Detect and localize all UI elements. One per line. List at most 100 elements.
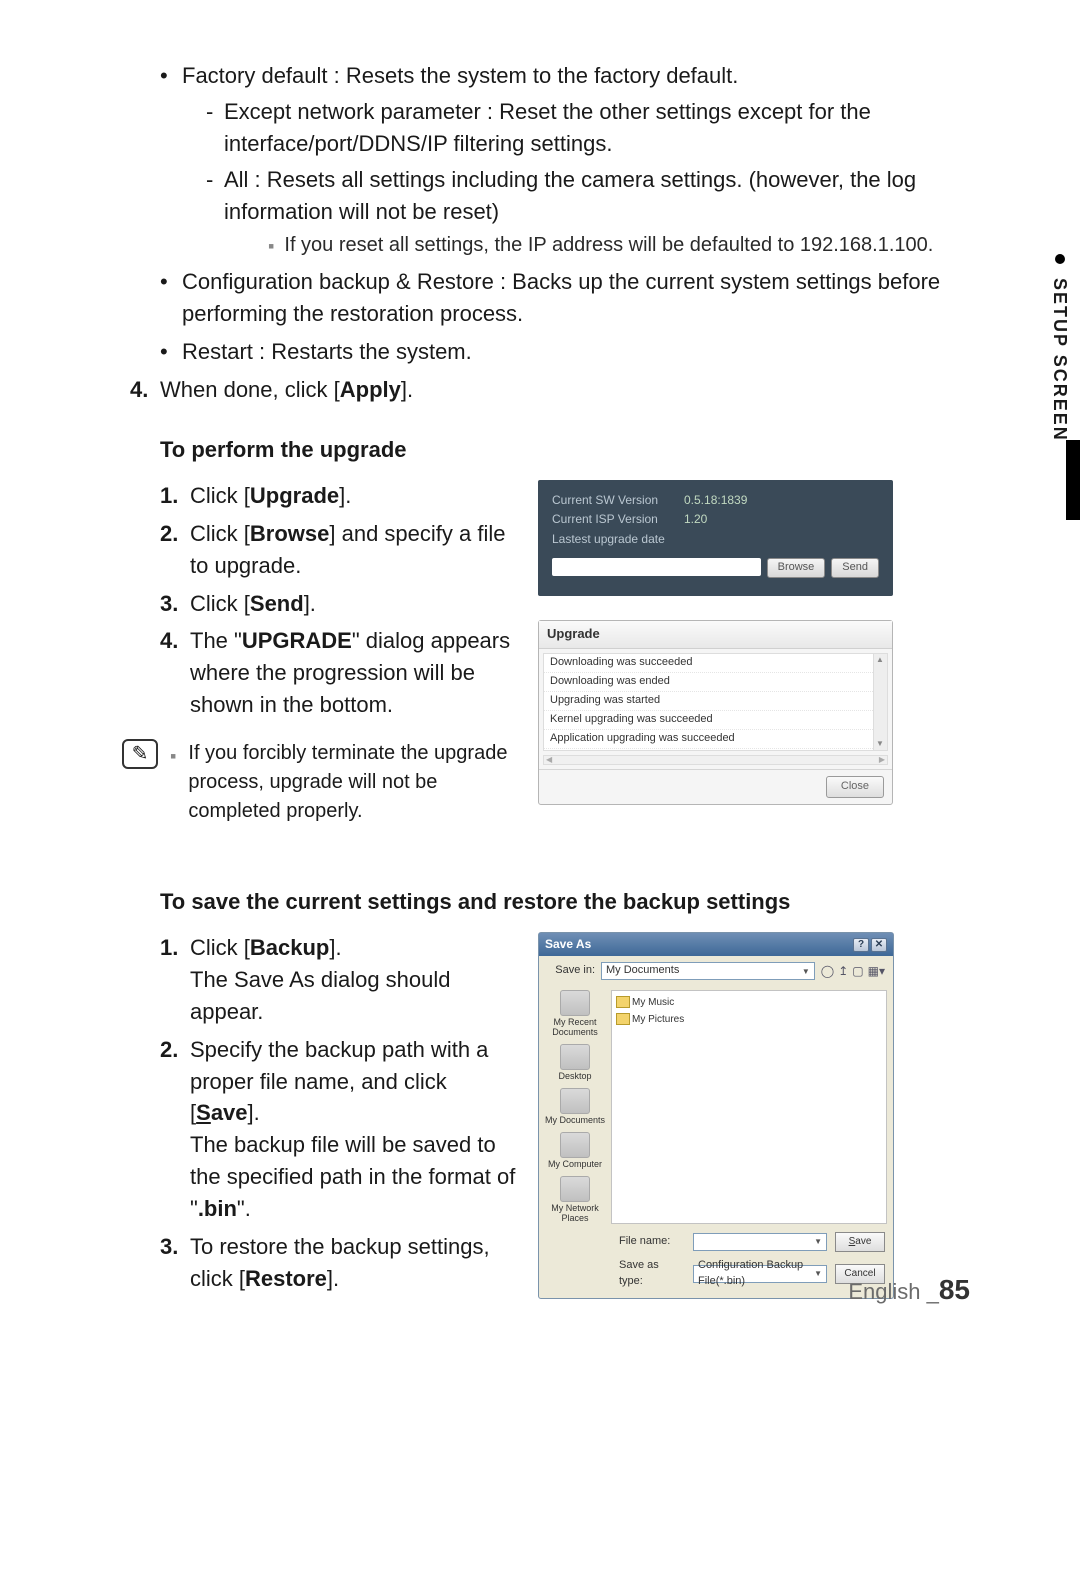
text: ]. xyxy=(339,483,351,508)
log-line: Kernel upgrading was succeeded xyxy=(544,711,887,730)
dash-except-network: Except network parameter : Reset the oth… xyxy=(206,96,970,160)
place-label: My Network Places xyxy=(551,1203,599,1223)
close-button[interactable]: Close xyxy=(826,776,884,798)
saveas-dialog: Save As ? ✕ Save in: My Documents ▼ ◯ ↥ xyxy=(538,932,894,1299)
isp-version-label: Current ISP Version xyxy=(552,511,670,528)
log-line: Upgrading was started xyxy=(544,692,887,711)
send-label: Send xyxy=(250,591,304,616)
place-label: Desktop xyxy=(558,1071,591,1081)
send-button[interactable]: Send xyxy=(831,558,879,578)
log-line: Application upgrading was succeeded xyxy=(544,730,887,749)
upgrade-step-3: 3. Click [Send]. xyxy=(160,588,518,620)
bullet-factory-default: Factory default : Resets the system to t… xyxy=(160,60,970,260)
upgrade-step-4: 4. The "UPGRADE" dialog appears where th… xyxy=(160,625,518,721)
savein-value: My Documents xyxy=(606,963,679,979)
text: Except network parameter : Reset the oth… xyxy=(224,99,871,156)
dot-icon xyxy=(1055,254,1065,264)
close-button[interactable]: ✕ xyxy=(871,938,887,952)
computer-icon xyxy=(560,1132,590,1158)
upgrade-panel-title: Upgrade xyxy=(539,621,892,649)
restore-label: Restore xyxy=(245,1266,327,1291)
text: Click [ xyxy=(190,935,250,960)
upgrade-screenshot: Current SW Version 0.5.18:1839 Current I… xyxy=(538,480,893,805)
save-mnemonic: S xyxy=(196,1100,211,1125)
edge-marker xyxy=(1066,440,1080,520)
text: All : Resets all settings including the … xyxy=(224,167,916,224)
upgrade-label: Upgrade xyxy=(250,483,339,508)
help-button[interactable]: ? xyxy=(853,938,869,952)
text: ]. xyxy=(401,377,413,402)
step-number: 1. xyxy=(160,932,178,964)
step-number: 4. xyxy=(130,374,148,406)
text: The Save As dialog should appear. xyxy=(190,964,518,1028)
upgrade-step-1: 1. Click [Upgrade]. xyxy=(160,480,518,512)
bullet-config-backup: Configuration backup & Restore : Backs u… xyxy=(160,266,970,330)
section-tab-label: SETUP SCREEN xyxy=(1047,278,1073,442)
folder-item[interactable]: My Pictures xyxy=(616,1012,882,1029)
text: ]. xyxy=(304,591,316,616)
text: ]. xyxy=(327,1266,339,1291)
step-number: 2. xyxy=(160,1034,178,1066)
upgrade-step-2: 2. Click [Browse] and specify a file to … xyxy=(160,518,518,582)
apply-label: Apply xyxy=(340,377,401,402)
scrollbar-vertical[interactable] xyxy=(873,654,887,750)
back-icon[interactable]: ◯ xyxy=(821,963,834,980)
text: ". xyxy=(237,1196,251,1221)
footer-lang: English _ xyxy=(848,1279,939,1304)
places-item[interactable]: Desktop xyxy=(558,1044,591,1082)
upgrade-file-input[interactable] xyxy=(552,558,761,576)
bin-label: .bin xyxy=(198,1196,237,1221)
step-4-apply: 4. When done, click [Apply]. xyxy=(130,374,970,406)
place-label: My Documents xyxy=(545,1115,605,1125)
sw-version-label: Current SW Version xyxy=(552,492,670,509)
savein-combo[interactable]: My Documents ▼ xyxy=(601,962,815,980)
heading-upgrade: To perform the upgrade xyxy=(160,434,970,466)
places-item[interactable]: My Network Places xyxy=(541,1176,609,1224)
savetype-label: Save as type: xyxy=(619,1258,685,1290)
text: Factory default : Resets the system to t… xyxy=(182,63,738,88)
scrollbar-horizontal[interactable] xyxy=(543,755,888,765)
save-label: ave xyxy=(211,1100,248,1125)
last-upgrade-label: Lastest upgrade date xyxy=(552,531,670,548)
views-icon[interactable]: ▦▾ xyxy=(868,963,885,980)
note-icon: ✎ xyxy=(122,739,158,769)
backup-step-2: 2. Specify the backup path with a proper… xyxy=(160,1034,518,1225)
filename-label: File name: xyxy=(619,1234,685,1250)
text: ]. xyxy=(248,1100,260,1125)
recent-icon xyxy=(560,990,590,1016)
save-button[interactable]: Save xyxy=(835,1232,885,1253)
places-item[interactable]: My Computer xyxy=(548,1132,602,1170)
text: Click [ xyxy=(190,483,250,508)
newfolder-icon[interactable]: ▢ xyxy=(852,963,863,980)
filename-input[interactable]: ▼ xyxy=(693,1233,827,1251)
network-icon xyxy=(560,1176,590,1202)
step-number: 3. xyxy=(160,1231,178,1263)
note-bullet-icon: ▪ xyxy=(170,743,176,769)
step-number: 2. xyxy=(160,518,178,550)
places-item[interactable]: My Documents xyxy=(545,1088,605,1126)
step-number: 3. xyxy=(160,588,178,620)
text: ]. xyxy=(329,935,341,960)
note-icon: ▪ xyxy=(268,233,274,259)
places-item[interactable]: My Recent Documents xyxy=(541,990,609,1038)
place-label: My Computer xyxy=(548,1159,602,1169)
up-icon[interactable]: ↥ xyxy=(838,963,848,980)
dialog-title: Save As xyxy=(545,936,591,953)
text: Restart : Restarts the system. xyxy=(182,339,472,364)
browse-button[interactable]: Browse xyxy=(767,558,826,578)
text: The " xyxy=(190,628,242,653)
folder-item[interactable]: My Music xyxy=(616,995,882,1012)
backup-step-1: 1. Click [Backup]. The Save As dialog sh… xyxy=(160,932,518,1028)
log-line: Downloading was succeeded xyxy=(544,654,887,673)
savetype-combo[interactable]: Configuration Backup File(*.bin) ▼ xyxy=(693,1265,827,1283)
text: Click [ xyxy=(190,591,250,616)
page-footer: English _85 xyxy=(848,1270,970,1311)
dash-all: All : Resets all settings including the … xyxy=(206,164,970,261)
step-number: 4. xyxy=(160,625,178,657)
documents-icon xyxy=(560,1088,590,1114)
upgrade-note-text: If you forcibly terminate the upgrade pr… xyxy=(188,739,518,826)
sw-version-value: 0.5.18:1839 xyxy=(684,492,747,509)
text: When done, click [ xyxy=(160,377,340,402)
backup-step-3: 3. To restore the backup settings, click… xyxy=(160,1231,518,1295)
file-list[interactable]: My Music My Pictures xyxy=(611,990,887,1223)
